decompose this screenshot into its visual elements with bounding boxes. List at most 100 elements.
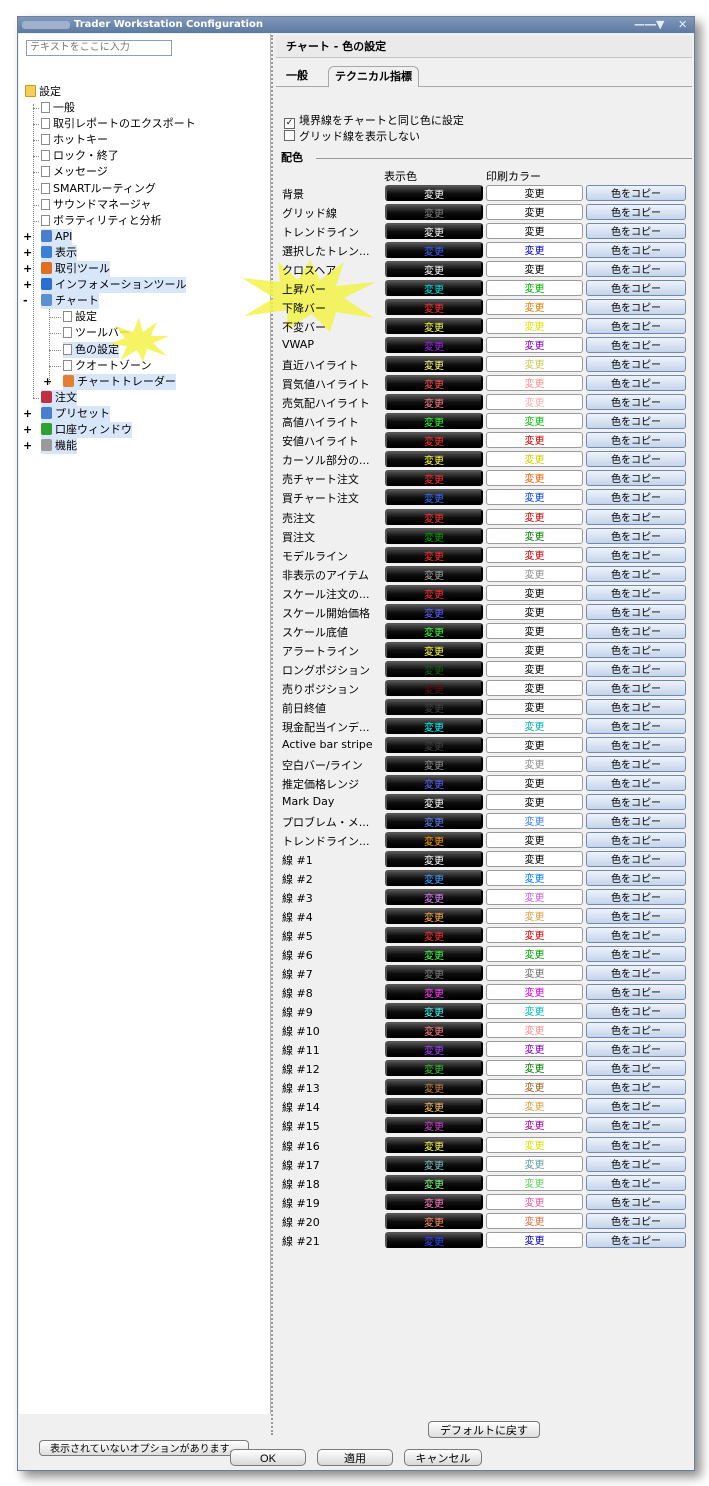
title-bar[interactable]: Trader Workstation Configuration —―▼ ✕ [18, 17, 694, 33]
display-color-button[interactable]: 変更 [385, 1041, 483, 1058]
display-color-button[interactable]: 変更 [385, 261, 483, 278]
display-color-button[interactable]: 変更 [385, 299, 483, 316]
display-color-button[interactable]: 変更 [385, 946, 483, 963]
close-icon[interactable]: ✕ [678, 17, 687, 32]
copy-color-button[interactable]: 色をコピー [586, 984, 686, 1001]
print-color-button[interactable]: 変更 [486, 1003, 583, 1020]
display-color-button[interactable]: 変更 [385, 927, 483, 944]
expand-icon[interactable]: + [23, 229, 32, 245]
copy-color-button[interactable]: 色をコピー [586, 299, 686, 316]
tree-item[interactable]: メッセージ [33, 164, 108, 180]
cancel-button[interactable]: キャンセル [404, 1449, 482, 1466]
tab-general[interactable]: 一般 [280, 66, 314, 86]
print-color-button[interactable]: 変更 [486, 1079, 583, 1096]
print-color-button[interactable]: 変更 [486, 679, 583, 696]
copy-color-button[interactable]: 色をコピー [586, 337, 686, 354]
copy-color-button[interactable]: 色をコピー [586, 261, 686, 278]
print-color-button[interactable]: 変更 [486, 394, 583, 411]
print-color-button[interactable]: 変更 [486, 641, 583, 658]
expand-icon[interactable]: + [43, 374, 52, 390]
display-color-button[interactable]: 変更 [385, 698, 483, 715]
copy-color-button[interactable]: 色をコピー [586, 489, 686, 506]
copy-color-button[interactable]: 色をコピー [586, 717, 686, 734]
print-color-button[interactable]: 変更 [486, 889, 583, 906]
tree-item[interactable]: ボラティリティと分析 [33, 213, 162, 229]
tree-root[interactable]: 設定 [25, 84, 61, 100]
copy-color-button[interactable]: 色をコピー [586, 394, 686, 411]
tree-item[interactable]: SMARTルーティング [33, 181, 156, 197]
copy-color-button[interactable]: 色をコピー [586, 1136, 686, 1153]
display-color-button[interactable]: 変更 [385, 565, 483, 582]
display-color-button[interactable]: 変更 [385, 489, 483, 506]
copy-color-button[interactable]: 色をコピー [586, 679, 686, 696]
display-color-button[interactable]: 変更 [385, 774, 483, 791]
print-color-button[interactable]: 変更 [486, 755, 583, 772]
print-color-button[interactable]: 変更 [486, 242, 583, 259]
display-color-button[interactable]: 変更 [385, 717, 483, 734]
print-color-button[interactable]: 変更 [486, 774, 583, 791]
print-color-button[interactable]: 変更 [486, 717, 583, 734]
print-color-button[interactable]: 変更 [486, 185, 583, 201]
tree-item[interactable]: 注文 [33, 389, 77, 406]
display-color-button[interactable]: 変更 [385, 1117, 483, 1134]
display-color-button[interactable]: 変更 [385, 280, 483, 297]
display-color-button[interactable]: 変更 [385, 337, 483, 354]
print-color-button[interactable]: 変更 [486, 1212, 583, 1229]
display-color-button[interactable]: 変更 [385, 793, 483, 810]
display-color-button[interactable]: 変更 [385, 908, 483, 925]
tree-item[interactable]: 設定 [49, 309, 97, 325]
copy-color-button[interactable]: 色をコピー [586, 546, 686, 563]
display-color-button[interactable]: 変更 [385, 984, 483, 1001]
display-color-button[interactable]: 変更 [385, 736, 483, 753]
print-color-button[interactable]: 変更 [486, 337, 583, 354]
apply-button[interactable]: 適用 [317, 1449, 393, 1466]
print-color-button[interactable]: 変更 [486, 508, 583, 525]
copy-color-button[interactable]: 色をコピー [586, 965, 686, 982]
copy-color-button[interactable]: 色をコピー [586, 755, 686, 772]
display-color-button[interactable]: 変更 [385, 432, 483, 449]
tree-item[interactable]: + 口座ウィンドウ [23, 422, 132, 438]
print-color-button[interactable]: 変更 [486, 1174, 583, 1191]
display-color-button[interactable]: 変更 [385, 584, 483, 601]
border-color-checkbox[interactable]: ✓ 境界線をチャートと同じ色に設定 [284, 114, 464, 129]
copy-color-button[interactable]: 色をコピー [586, 889, 686, 906]
copy-color-button[interactable]: 色をコピー [586, 774, 686, 791]
print-color-button[interactable]: 変更 [486, 584, 583, 601]
ok-button[interactable]: OK [230, 1449, 306, 1466]
display-color-button[interactable]: 変更 [385, 851, 483, 868]
tab-technical-indicators[interactable]: テクニカル指標 [328, 66, 419, 87]
copy-color-button[interactable]: 色をコピー [586, 413, 686, 430]
display-color-button[interactable]: 変更 [385, 889, 483, 906]
tree-item[interactable]: ロック・終了 [33, 148, 119, 164]
print-color-button[interactable]: 変更 [486, 413, 583, 430]
expand-icon[interactable]: + [23, 406, 32, 422]
display-color-button[interactable]: 変更 [385, 527, 483, 544]
copy-color-button[interactable]: 色をコピー [586, 1041, 686, 1058]
print-color-button[interactable]: 変更 [486, 927, 583, 944]
print-color-button[interactable]: 変更 [486, 356, 583, 373]
copy-color-button[interactable]: 色をコピー [586, 565, 686, 582]
copy-color-button[interactable]: 色をコピー [586, 356, 686, 373]
copy-color-button[interactable]: 色をコピー [586, 584, 686, 601]
print-color-button[interactable]: 変更 [486, 832, 583, 849]
print-color-button[interactable]: 変更 [486, 812, 583, 829]
display-color-button[interactable]: 変更 [385, 1231, 483, 1248]
tree-item[interactable]: + 表示 [23, 244, 77, 261]
tree-item[interactable]: - チャート [23, 293, 99, 310]
tree-item[interactable]: + チャートトレーダー [43, 373, 176, 390]
tree-item[interactable]: 取引レポートのエクスポート [33, 116, 196, 132]
copy-color-button[interactable]: 色をコピー [586, 603, 686, 620]
display-color-button[interactable]: 変更 [385, 451, 483, 468]
expand-icon[interactable]: + [23, 277, 32, 293]
copy-color-button[interactable]: 色をコピー [586, 946, 686, 963]
display-color-button[interactable]: 変更 [385, 508, 483, 525]
copy-color-button[interactable]: 色をコピー [586, 204, 686, 221]
display-color-button[interactable]: 変更 [385, 1174, 483, 1191]
restore-defaults-button[interactable]: デフォルトに戻す [428, 1421, 540, 1438]
display-color-button[interactable]: 変更 [385, 755, 483, 772]
display-color-button[interactable]: 変更 [385, 1193, 483, 1210]
print-color-button[interactable]: 変更 [486, 965, 583, 982]
copy-color-button[interactable]: 色をコピー [586, 318, 686, 335]
display-color-button[interactable]: 変更 [385, 1098, 483, 1115]
copy-color-button[interactable]: 色をコピー [586, 280, 686, 297]
